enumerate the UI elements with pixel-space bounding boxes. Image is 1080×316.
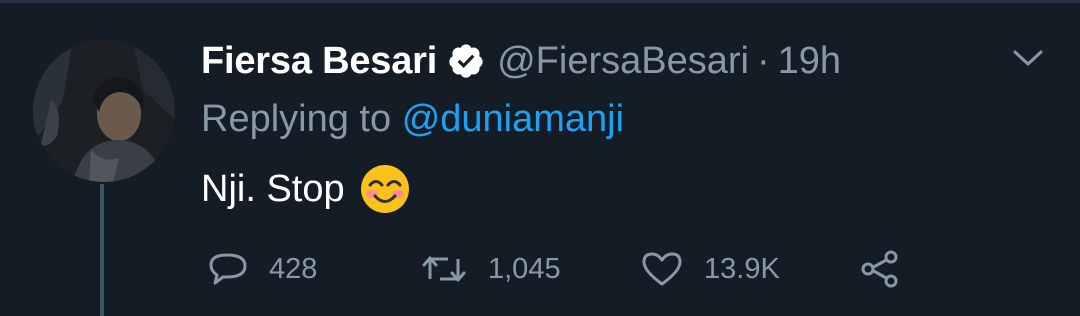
- heart-icon: [640, 249, 684, 289]
- retweet-icon: [420, 249, 468, 289]
- timestamp[interactable]: 19h: [778, 40, 841, 83]
- tweet-card[interactable]: Fiersa Besari @FiersaBesari · 19h Replyi…: [0, 0, 1080, 316]
- retweet-count: 1,045: [488, 252, 561, 285]
- reply-button[interactable]: 428: [207, 244, 317, 294]
- replying-to-handle-link[interactable]: @duniamanji: [402, 98, 624, 140]
- display-name[interactable]: Fiersa Besari: [201, 40, 437, 83]
- tweet-body: Nji. Stop: [201, 167, 345, 210]
- replying-to-label: Replying to: [201, 98, 392, 140]
- divider: [0, 0, 1080, 3]
- avatar[interactable]: [33, 40, 175, 182]
- chevron-down-icon[interactable]: [1010, 44, 1046, 72]
- smiling-face-emoji-icon: [359, 163, 411, 215]
- reply-count: 428: [269, 252, 318, 285]
- replying-to: Replying to @duniamanji: [201, 98, 624, 141]
- like-button[interactable]: 13.9K: [640, 244, 780, 294]
- thread-connector-line: [100, 184, 104, 316]
- tweet-header: Fiersa Besari @FiersaBesari · 19h: [201, 36, 841, 86]
- share-icon: [858, 249, 902, 289]
- handle[interactable]: @FiersaBesari: [497, 40, 749, 83]
- like-count: 13.9K: [704, 252, 780, 285]
- verified-badge-icon: [447, 42, 485, 80]
- reply-icon: [207, 249, 249, 289]
- retweet-button[interactable]: 1,045: [420, 244, 561, 294]
- share-button[interactable]: [858, 244, 902, 294]
- separator-dot: ·: [756, 39, 770, 82]
- tweet-text: Nji. Stop: [201, 163, 411, 215]
